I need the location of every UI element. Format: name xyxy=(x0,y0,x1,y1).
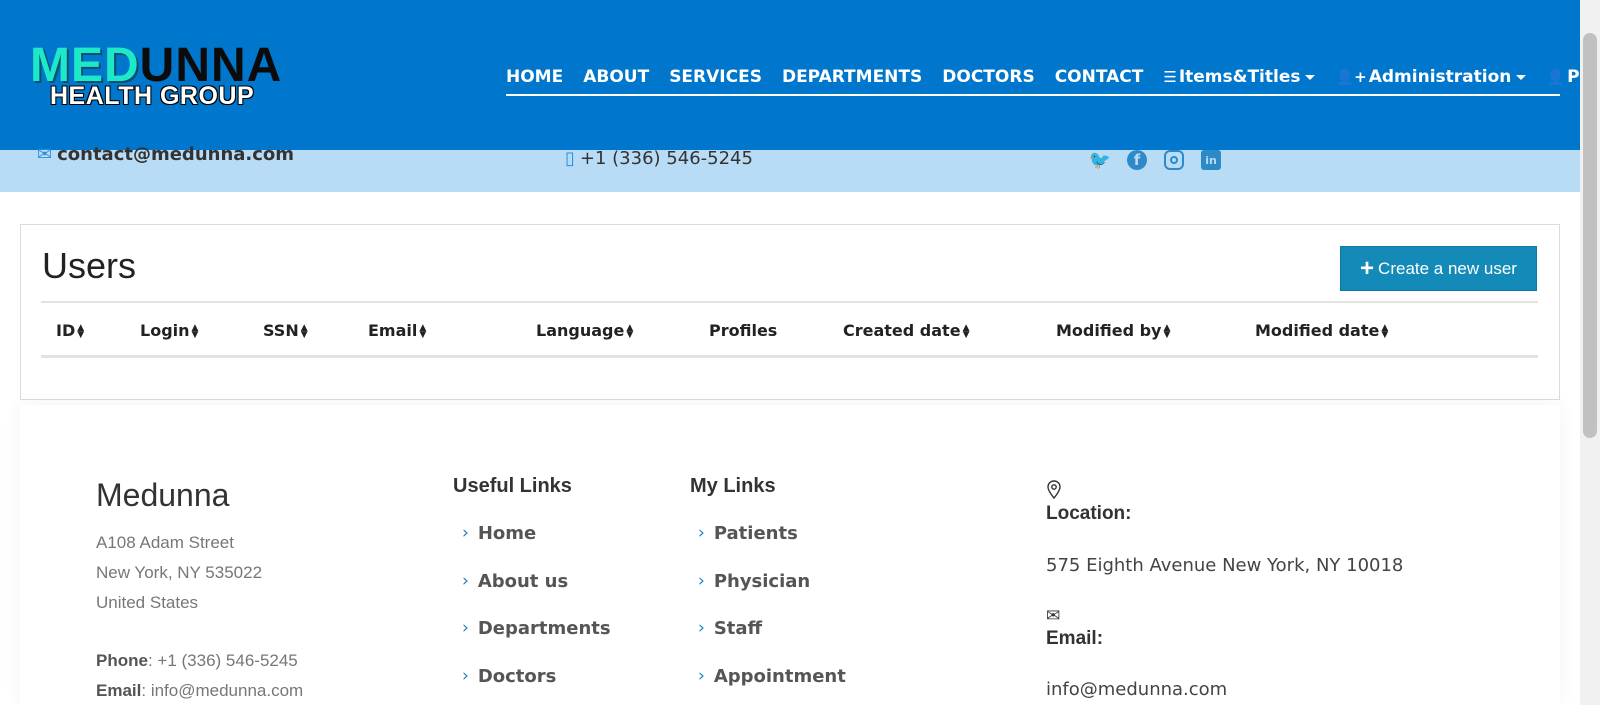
sort-icon: ▲ ▼ xyxy=(300,322,308,340)
user-plus-icon: 👤+ xyxy=(1335,68,1367,86)
nav-doctors[interactable]: DOCTORS xyxy=(942,67,1034,87)
caret-down-icon xyxy=(1305,74,1316,80)
footer-link-about-us[interactable]: › About us xyxy=(462,571,611,619)
twitter-icon[interactable]: 🐦 xyxy=(1089,150,1111,171)
chevron-right-icon: › xyxy=(698,665,705,686)
footer-link-patients[interactable]: › Patients xyxy=(698,523,846,571)
location-label: Location: xyxy=(1046,503,1132,524)
location-address: 575 Eighth Avenue New York, NY 10018 xyxy=(1046,555,1404,576)
page: MEDUNNA HEALTH GROUP HOME ABOUT SERVICES… xyxy=(0,0,1600,705)
topbar-phone: ▯ +1 (336) 546-5245 xyxy=(565,148,753,169)
create-user-button[interactable]: + Create a new user xyxy=(1340,246,1537,291)
page-title: Users xyxy=(42,245,137,286)
column-header-modified-by[interactable]: Modified by ▲ ▼ xyxy=(1056,321,1171,340)
user-icon: 👤 xyxy=(1546,68,1566,86)
envelope-icon: ✉ xyxy=(1046,606,1061,626)
footer-phone: Phone: +1 (336) 546-5245 xyxy=(96,651,298,670)
sort-icon: ▲ ▼ xyxy=(77,322,85,340)
column-header-id[interactable]: ID ▲ ▼ xyxy=(56,321,85,340)
column-header-language[interactable]: Language ▲ ▼ xyxy=(536,321,634,340)
my-links-title: My Links xyxy=(690,475,776,497)
footer-link-staff[interactable]: › Staff xyxy=(698,618,846,666)
navbar: MEDUNNA HEALTH GROUP HOME ABOUT SERVICES… xyxy=(0,0,1600,150)
medunna-logo[interactable]: MEDUNNA HEALTH GROUP xyxy=(30,40,400,112)
instagram-icon[interactable] xyxy=(1164,150,1184,170)
sort-icon: ▲ ▼ xyxy=(1163,322,1171,340)
nav-administration-dropdown[interactable]: 👤+ Administration xyxy=(1335,67,1527,87)
nav-contact[interactable]: CONTACT xyxy=(1055,67,1144,87)
list-icon: ☰ xyxy=(1163,68,1177,86)
address-line: A108 Adam Street xyxy=(96,533,234,552)
main-nav: HOME ABOUT SERVICES DEPARTMENTS DOCTORS … xyxy=(506,60,1600,96)
footer-link-doctors[interactable]: › Doctors xyxy=(462,666,611,705)
useful-links-title: Useful Links xyxy=(453,475,572,497)
plus-icon: + xyxy=(1360,254,1375,282)
sort-icon: ▲ ▼ xyxy=(962,322,970,340)
sort-icon: ▲ ▼ xyxy=(1381,322,1389,340)
column-header-ssn[interactable]: SSN ▲ ▼ xyxy=(263,321,309,340)
footer-link-appointment[interactable]: › Appointment xyxy=(698,666,846,705)
footer-link-physician[interactable]: › Physician xyxy=(698,571,846,619)
envelope-icon: ✉ xyxy=(37,144,53,165)
footer-email: Email: info@medunna.com xyxy=(96,681,304,700)
address-line: New York, NY 535022 xyxy=(96,563,263,582)
footer-link-departments[interactable]: › Departments xyxy=(462,618,611,666)
nav-home[interactable]: HOME xyxy=(506,67,563,87)
column-header-profiles: Profiles xyxy=(709,321,778,340)
map-pin-icon xyxy=(1047,480,1061,500)
logo-tagline: HEALTH GROUP xyxy=(50,82,255,110)
column-header-modified-date[interactable]: Modified date ▲ ▼ xyxy=(1255,321,1389,340)
column-header-created-date[interactable]: Created date ▲ ▼ xyxy=(843,321,971,340)
sort-icon: ▲ ▼ xyxy=(191,322,199,340)
contact-email-value[interactable]: info@medunna.com xyxy=(1046,679,1227,700)
chevron-right-icon: › xyxy=(698,570,705,591)
nav-about[interactable]: ABOUT xyxy=(583,67,649,87)
users-table-header: ID ▲ ▼ Login ▲ ▼ SSN ▲ ▼ Email ▲ ▼ Language ▲ ▼ Pr… xyxy=(41,301,1538,358)
footer-address: A108 Adam Street New York, NY 535022 Uni… xyxy=(96,528,262,618)
nav-items-titles-dropdown[interactable]: ☰ Items&Titles xyxy=(1163,67,1316,87)
footer-contact: Phone: +1 (336) 546-5245 Email: info@med… xyxy=(96,646,303,705)
my-links-list: › Patients › Physician › Staff › Appointment xyxy=(698,523,846,705)
footer-brand: Medunna xyxy=(96,477,230,513)
linkedin-icon[interactable]: in xyxy=(1201,150,1221,170)
sort-icon: ▲ ▼ xyxy=(419,322,427,340)
caret-down-icon xyxy=(1516,74,1527,80)
topbar-email[interactable]: ✉ contact@medunna.com xyxy=(37,144,294,165)
column-header-login[interactable]: Login ▲ ▼ xyxy=(140,321,200,340)
facebook-icon[interactable]: f xyxy=(1127,150,1147,170)
chevron-right-icon: › xyxy=(698,523,705,543)
chevron-right-icon: › xyxy=(698,618,705,638)
nav-services[interactable]: SERVICES xyxy=(669,67,762,87)
address-line: United States xyxy=(96,593,199,612)
chevron-right-icon: › xyxy=(462,570,469,591)
chevron-right-icon: › xyxy=(462,523,469,543)
sort-icon: ▲ ▼ xyxy=(626,322,634,340)
chevron-right-icon: › xyxy=(462,618,469,638)
social-links: 🐦 f in xyxy=(1089,150,1238,171)
nav-departments[interactable]: DEPARTMENTS xyxy=(782,67,922,87)
scrollbar-thumb[interactable] xyxy=(1583,33,1597,438)
useful-links-list: › Home › About us › Departments › Doctors xyxy=(462,523,611,705)
phone-icon: ▯ xyxy=(565,148,575,169)
vertical-scrollbar[interactable] xyxy=(1580,0,1600,705)
column-header-email[interactable]: Email ▲ ▼ xyxy=(368,321,427,340)
chevron-right-icon: › xyxy=(462,665,469,686)
contact-email-label: Email: xyxy=(1046,628,1104,649)
users-panel: Users + Create a new user ID ▲ ▼ Login ▲ ▼ SS… xyxy=(20,224,1560,400)
footer-link-home[interactable]: › Home xyxy=(462,523,611,571)
